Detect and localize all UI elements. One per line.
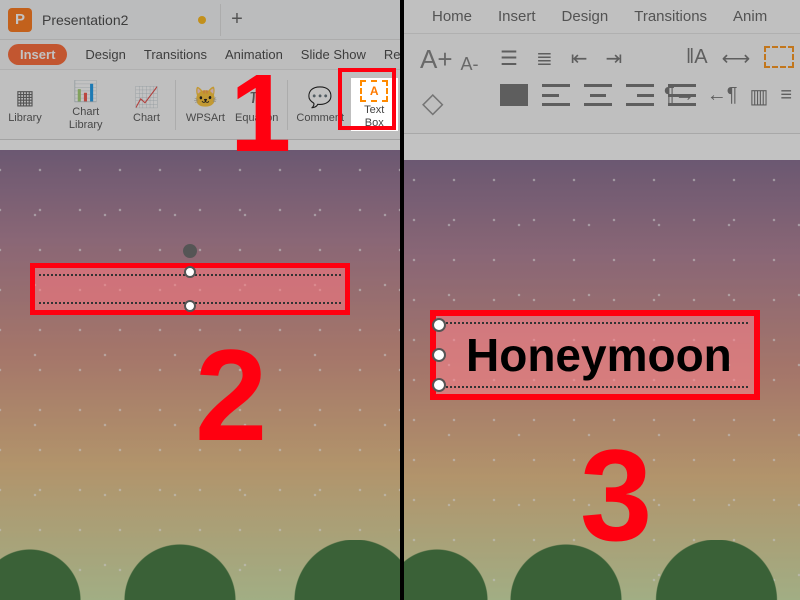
tab-animation[interactable]: Anim bbox=[733, 8, 767, 25]
textbox-border-icon bbox=[442, 322, 748, 324]
document-title: Presentation2 bbox=[42, 12, 128, 28]
ribbon-tabstrip: Insert Design Transitions Animation Slid… bbox=[0, 40, 400, 70]
resize-handle-icon[interactable] bbox=[432, 378, 446, 392]
chart-library-button[interactable]: 📊 Chart Library bbox=[52, 76, 119, 132]
ltr-text-button[interactable]: ¶→ bbox=[664, 84, 695, 109]
resize-handle-icon[interactable] bbox=[184, 300, 196, 312]
annotation-step-3: 3 bbox=[580, 420, 652, 570]
slide-foliage-graphic bbox=[0, 540, 400, 600]
clear-format-button[interactable]: ◇ bbox=[422, 86, 444, 119]
columns-button[interactable]: ▥ bbox=[750, 84, 769, 109]
chart-library-icon: 📊 bbox=[73, 78, 99, 104]
app-logo-icon: P bbox=[8, 8, 32, 32]
align-right-button[interactable] bbox=[626, 84, 654, 106]
font-size-group: A+ A- bbox=[420, 44, 479, 75]
increase-indent-button[interactable]: ⇥ bbox=[605, 46, 622, 71]
tab-insert[interactable]: Insert bbox=[498, 8, 536, 25]
tab-design[interactable]: Design bbox=[562, 8, 609, 25]
resize-handle-icon[interactable] bbox=[184, 266, 196, 278]
align-left-button[interactable] bbox=[542, 84, 570, 106]
unsaved-indicator-icon bbox=[198, 16, 206, 24]
annotation-step-1: 1 bbox=[230, 50, 291, 177]
ribbon-insert: ▦ Library 📊 Chart Library 📈 Chart 🐱 WPSA… bbox=[0, 70, 400, 140]
icon-library-button[interactable]: ▦ Library bbox=[2, 82, 48, 126]
decrease-indent-button[interactable]: ⇤ bbox=[571, 46, 588, 71]
title-bar: P Presentation2 + bbox=[0, 0, 400, 40]
increase-font-button[interactable]: A+ bbox=[420, 44, 453, 75]
wpsart-button[interactable]: 🐱 WPSArt bbox=[182, 82, 228, 126]
resize-handle-icon[interactable] bbox=[432, 348, 446, 362]
empty-text-box[interactable] bbox=[30, 263, 350, 315]
grid-icon: ▦ bbox=[12, 84, 38, 110]
line-spacing-button[interactable]: ‖A bbox=[686, 46, 708, 71]
ribbon-tabstrip-right: Home Insert Design Transitions Anim bbox=[404, 0, 800, 34]
tab-home[interactable]: Home bbox=[432, 8, 472, 25]
align-vertical-button[interactable]: ≡ bbox=[780, 84, 792, 109]
ribbon-home: A+ A- ◇ ☰ ≣ ⇤ ⇥ ‖A ⟷ ¶→ bbox=[404, 34, 800, 134]
filled-text-box[interactable]: Honeymoon bbox=[430, 310, 760, 400]
tab-review[interactable]: Review bbox=[384, 47, 400, 62]
resize-handle-icon[interactable] bbox=[432, 318, 446, 332]
text-box-icon: A bbox=[360, 80, 388, 102]
tab-insert[interactable]: Insert bbox=[8, 44, 67, 65]
comment-button[interactable]: 💬 Comment bbox=[294, 82, 347, 126]
new-tab-button[interactable]: + bbox=[220, 4, 252, 36]
wpsart-icon: 🐱 bbox=[192, 84, 218, 110]
text-box-button[interactable]: A Text Box bbox=[351, 78, 398, 130]
align-center-button[interactable] bbox=[584, 84, 612, 106]
rotate-handle-icon[interactable] bbox=[183, 244, 197, 258]
bullet-list-button[interactable]: ☰ bbox=[500, 46, 518, 71]
rtl-text-button[interactable]: ←¶ bbox=[707, 84, 738, 109]
annotation-step-2: 2 bbox=[195, 320, 267, 470]
numbered-list-button[interactable]: ≣ bbox=[536, 46, 553, 71]
align-justify-button[interactable] bbox=[500, 84, 528, 106]
left-pane: P Presentation2 + Insert Design Transiti… bbox=[0, 0, 400, 600]
tab-design[interactable]: Design bbox=[85, 47, 125, 62]
chart-button[interactable]: 📈 Chart bbox=[123, 82, 169, 126]
tab-transitions[interactable]: Transitions bbox=[634, 8, 707, 25]
text-direction-button[interactable]: ⟷ bbox=[722, 46, 751, 71]
ribbon-separator bbox=[175, 80, 176, 130]
tab-transitions[interactable]: Transitions bbox=[144, 47, 207, 62]
tab-slideshow[interactable]: Slide Show bbox=[301, 47, 366, 62]
decrease-font-button[interactable]: A- bbox=[461, 54, 479, 75]
text-box-button[interactable] bbox=[764, 46, 794, 68]
textbox-border-icon bbox=[442, 386, 748, 388]
comment-icon: 💬 bbox=[307, 84, 333, 110]
textbox-text[interactable]: Honeymoon bbox=[466, 328, 732, 382]
chart-icon: 📈 bbox=[133, 84, 159, 110]
